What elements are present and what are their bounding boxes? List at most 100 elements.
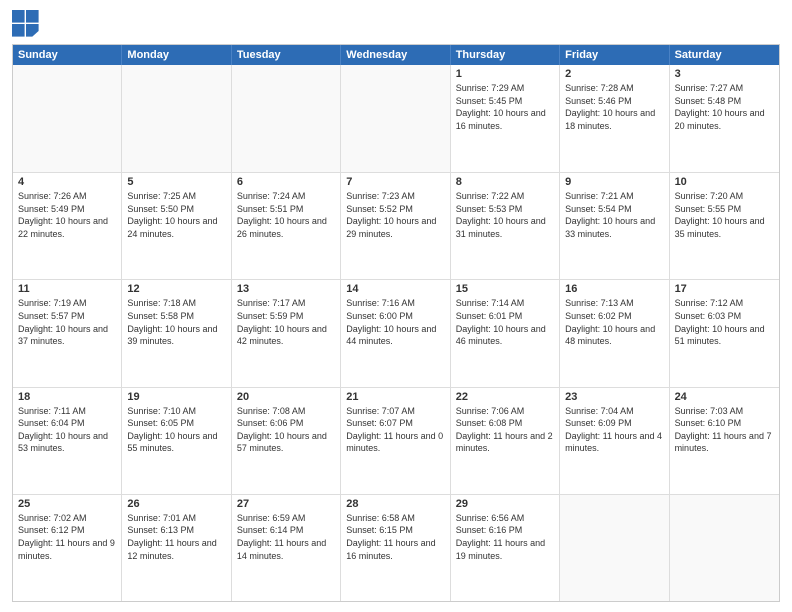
day-info: Sunrise: 7:20 AM Sunset: 5:55 PM Dayligh…: [675, 190, 774, 240]
day-number: 27: [237, 498, 335, 510]
calendar-cell-empty: [670, 495, 779, 601]
calendar-header: SundayMondayTuesdayWednesdayThursdayFrid…: [13, 45, 779, 65]
calendar-cell-10: 10 Sunrise: 7:20 AM Sunset: 5:55 PM Dayl…: [670, 173, 779, 279]
calendar-body: 1 Sunrise: 7:29 AM Sunset: 5:45 PM Dayli…: [13, 65, 779, 601]
day-info: Sunrise: 7:10 AM Sunset: 6:05 PM Dayligh…: [127, 405, 225, 455]
day-info: Sunrise: 7:29 AM Sunset: 5:45 PM Dayligh…: [456, 82, 554, 132]
calendar-header-monday: Monday: [122, 45, 231, 65]
calendar-cell-3: 3 Sunrise: 7:27 AM Sunset: 5:48 PM Dayli…: [670, 65, 779, 172]
calendar-header-thursday: Thursday: [451, 45, 560, 65]
day-number: 24: [675, 391, 774, 403]
day-number: 4: [18, 176, 116, 188]
day-info: Sunrise: 7:12 AM Sunset: 6:03 PM Dayligh…: [675, 297, 774, 347]
day-number: 2: [565, 68, 663, 80]
day-info: Sunrise: 7:22 AM Sunset: 5:53 PM Dayligh…: [456, 190, 554, 240]
day-info: Sunrise: 7:21 AM Sunset: 5:54 PM Dayligh…: [565, 190, 663, 240]
day-info: Sunrise: 7:13 AM Sunset: 6:02 PM Dayligh…: [565, 297, 663, 347]
day-info: Sunrise: 7:01 AM Sunset: 6:13 PM Dayligh…: [127, 512, 225, 562]
page: SundayMondayTuesdayWednesdayThursdayFrid…: [0, 0, 792, 612]
calendar-cell-26: 26 Sunrise: 7:01 AM Sunset: 6:13 PM Dayl…: [122, 495, 231, 601]
calendar-row-1: 4 Sunrise: 7:26 AM Sunset: 5:49 PM Dayli…: [13, 172, 779, 279]
day-info: Sunrise: 7:08 AM Sunset: 6:06 PM Dayligh…: [237, 405, 335, 455]
logo-icon: [12, 10, 40, 38]
calendar: SundayMondayTuesdayWednesdayThursdayFrid…: [12, 44, 780, 602]
day-number: 12: [127, 283, 225, 295]
day-info: Sunrise: 7:04 AM Sunset: 6:09 PM Dayligh…: [565, 405, 663, 455]
day-info: Sunrise: 7:19 AM Sunset: 5:57 PM Dayligh…: [18, 297, 116, 347]
calendar-cell-21: 21 Sunrise: 7:07 AM Sunset: 6:07 PM Dayl…: [341, 388, 450, 494]
calendar-cell-empty: [13, 65, 122, 172]
calendar-cell-20: 20 Sunrise: 7:08 AM Sunset: 6:06 PM Dayl…: [232, 388, 341, 494]
day-info: Sunrise: 6:58 AM Sunset: 6:15 PM Dayligh…: [346, 512, 444, 562]
day-number: 26: [127, 498, 225, 510]
day-number: 23: [565, 391, 663, 403]
calendar-cell-25: 25 Sunrise: 7:02 AM Sunset: 6:12 PM Dayl…: [13, 495, 122, 601]
day-info: Sunrise: 7:07 AM Sunset: 6:07 PM Dayligh…: [346, 405, 444, 455]
calendar-cell-15: 15 Sunrise: 7:14 AM Sunset: 6:01 PM Dayl…: [451, 280, 560, 386]
calendar-cell-22: 22 Sunrise: 7:06 AM Sunset: 6:08 PM Dayl…: [451, 388, 560, 494]
calendar-cell-empty: [341, 65, 450, 172]
calendar-cell-27: 27 Sunrise: 6:59 AM Sunset: 6:14 PM Dayl…: [232, 495, 341, 601]
calendar-cell-29: 29 Sunrise: 6:56 AM Sunset: 6:16 PM Dayl…: [451, 495, 560, 601]
calendar-row-0: 1 Sunrise: 7:29 AM Sunset: 5:45 PM Dayli…: [13, 65, 779, 172]
day-number: 28: [346, 498, 444, 510]
day-number: 11: [18, 283, 116, 295]
calendar-cell-7: 7 Sunrise: 7:23 AM Sunset: 5:52 PM Dayli…: [341, 173, 450, 279]
day-number: 13: [237, 283, 335, 295]
day-info: Sunrise: 7:25 AM Sunset: 5:50 PM Dayligh…: [127, 190, 225, 240]
calendar-cell-16: 16 Sunrise: 7:13 AM Sunset: 6:02 PM Dayl…: [560, 280, 669, 386]
day-number: 25: [18, 498, 116, 510]
calendar-cell-2: 2 Sunrise: 7:28 AM Sunset: 5:46 PM Dayli…: [560, 65, 669, 172]
calendar-row-3: 18 Sunrise: 7:11 AM Sunset: 6:04 PM Dayl…: [13, 387, 779, 494]
day-number: 3: [675, 68, 774, 80]
day-number: 22: [456, 391, 554, 403]
header: [12, 10, 780, 38]
calendar-row-4: 25 Sunrise: 7:02 AM Sunset: 6:12 PM Dayl…: [13, 494, 779, 601]
day-number: 5: [127, 176, 225, 188]
day-info: Sunrise: 7:06 AM Sunset: 6:08 PM Dayligh…: [456, 405, 554, 455]
day-info: Sunrise: 7:27 AM Sunset: 5:48 PM Dayligh…: [675, 82, 774, 132]
calendar-row-2: 11 Sunrise: 7:19 AM Sunset: 5:57 PM Dayl…: [13, 279, 779, 386]
day-info: Sunrise: 7:11 AM Sunset: 6:04 PM Dayligh…: [18, 405, 116, 455]
calendar-cell-empty: [560, 495, 669, 601]
day-info: Sunrise: 7:03 AM Sunset: 6:10 PM Dayligh…: [675, 405, 774, 455]
calendar-cell-11: 11 Sunrise: 7:19 AM Sunset: 5:57 PM Dayl…: [13, 280, 122, 386]
calendar-header-tuesday: Tuesday: [232, 45, 341, 65]
day-info: Sunrise: 7:16 AM Sunset: 6:00 PM Dayligh…: [346, 297, 444, 347]
day-info: Sunrise: 7:26 AM Sunset: 5:49 PM Dayligh…: [18, 190, 116, 240]
day-number: 10: [675, 176, 774, 188]
calendar-cell-1: 1 Sunrise: 7:29 AM Sunset: 5:45 PM Dayli…: [451, 65, 560, 172]
calendar-cell-28: 28 Sunrise: 6:58 AM Sunset: 6:15 PM Dayl…: [341, 495, 450, 601]
day-number: 21: [346, 391, 444, 403]
day-number: 6: [237, 176, 335, 188]
day-number: 7: [346, 176, 444, 188]
day-info: Sunrise: 7:28 AM Sunset: 5:46 PM Dayligh…: [565, 82, 663, 132]
calendar-header-friday: Friday: [560, 45, 669, 65]
calendar-cell-24: 24 Sunrise: 7:03 AM Sunset: 6:10 PM Dayl…: [670, 388, 779, 494]
calendar-cell-empty: [232, 65, 341, 172]
calendar-cell-9: 9 Sunrise: 7:21 AM Sunset: 5:54 PM Dayli…: [560, 173, 669, 279]
day-info: Sunrise: 7:02 AM Sunset: 6:12 PM Dayligh…: [18, 512, 116, 562]
day-number: 20: [237, 391, 335, 403]
logo-area: [12, 10, 44, 38]
calendar-cell-4: 4 Sunrise: 7:26 AM Sunset: 5:49 PM Dayli…: [13, 173, 122, 279]
calendar-cell-6: 6 Sunrise: 7:24 AM Sunset: 5:51 PM Dayli…: [232, 173, 341, 279]
calendar-cell-12: 12 Sunrise: 7:18 AM Sunset: 5:58 PM Dayl…: [122, 280, 231, 386]
calendar-header-saturday: Saturday: [670, 45, 779, 65]
calendar-cell-5: 5 Sunrise: 7:25 AM Sunset: 5:50 PM Dayli…: [122, 173, 231, 279]
day-info: Sunrise: 7:14 AM Sunset: 6:01 PM Dayligh…: [456, 297, 554, 347]
day-info: Sunrise: 7:18 AM Sunset: 5:58 PM Dayligh…: [127, 297, 225, 347]
calendar-cell-17: 17 Sunrise: 7:12 AM Sunset: 6:03 PM Dayl…: [670, 280, 779, 386]
day-number: 14: [346, 283, 444, 295]
calendar-cell-14: 14 Sunrise: 7:16 AM Sunset: 6:00 PM Dayl…: [341, 280, 450, 386]
day-info: Sunrise: 6:59 AM Sunset: 6:14 PM Dayligh…: [237, 512, 335, 562]
day-number: 29: [456, 498, 554, 510]
calendar-cell-19: 19 Sunrise: 7:10 AM Sunset: 6:05 PM Dayl…: [122, 388, 231, 494]
calendar-cell-23: 23 Sunrise: 7:04 AM Sunset: 6:09 PM Dayl…: [560, 388, 669, 494]
day-number: 19: [127, 391, 225, 403]
calendar-header-wednesday: Wednesday: [341, 45, 450, 65]
day-info: Sunrise: 6:56 AM Sunset: 6:16 PM Dayligh…: [456, 512, 554, 562]
calendar-cell-13: 13 Sunrise: 7:17 AM Sunset: 5:59 PM Dayl…: [232, 280, 341, 386]
calendar-cell-8: 8 Sunrise: 7:22 AM Sunset: 5:53 PM Dayli…: [451, 173, 560, 279]
day-number: 18: [18, 391, 116, 403]
